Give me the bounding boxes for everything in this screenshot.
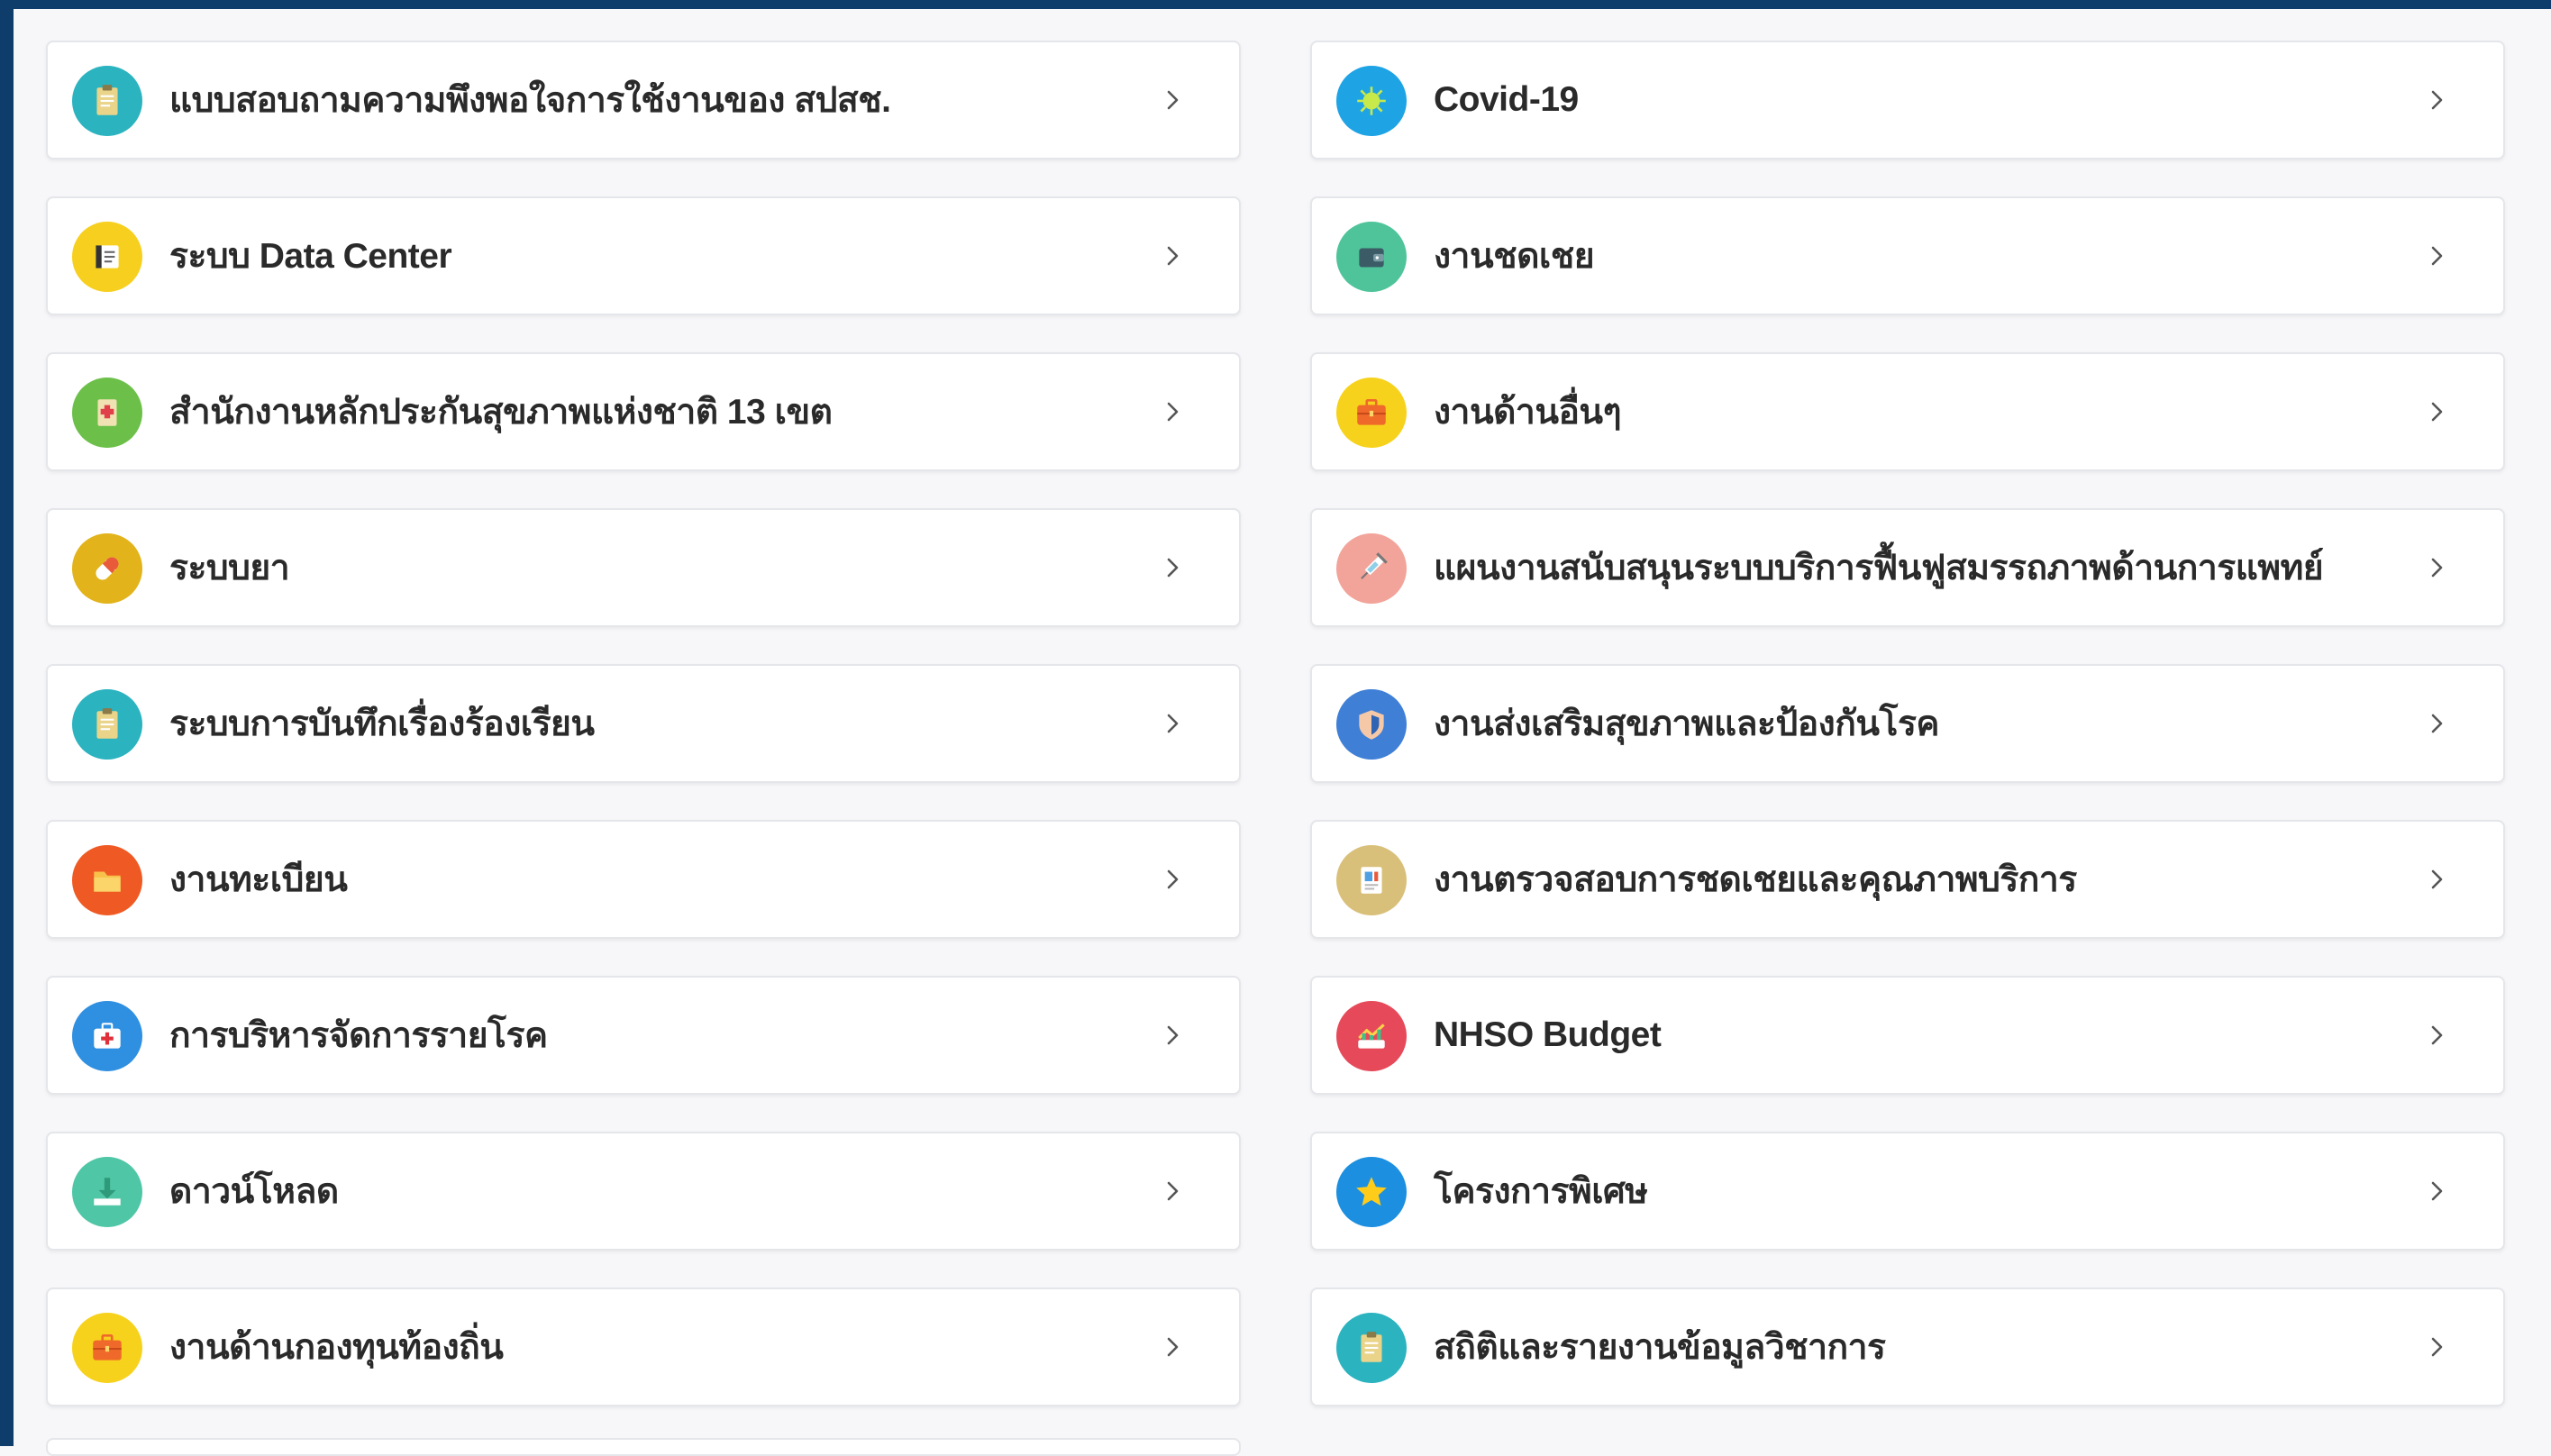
clipboard-icon (72, 689, 142, 760)
briefcase-icon (72, 1313, 142, 1383)
chevron-right-icon (2424, 1178, 2449, 1204)
menu-card-label: NHSO Budget (1434, 1015, 1662, 1054)
chevron-right-icon (2424, 1023, 2449, 1048)
chevron-right-icon (1160, 555, 1185, 580)
menu-card[interactable]: งานชดเชย (1310, 196, 2505, 315)
menu-card-label: งานด้านอื่นๆ (1434, 393, 1622, 432)
chevron-right-icon (1160, 1334, 1185, 1360)
menu-card-label: การบริหารจัดการรายโรค (169, 1016, 548, 1055)
menu-card-label: ระบบ Data Center (169, 237, 452, 276)
chevron-right-icon (1160, 867, 1185, 892)
menu-card-partial[interactable] (46, 1438, 1241, 1456)
menu-card-label: งานชดเชย (1434, 237, 1595, 276)
menu-column-right: Covid-19 งานชดเชยงานด้านอื่นๆแผนงานสนับสน… (1310, 41, 2505, 1443)
top-frame-band (0, 0, 2551, 9)
syringe-icon (1336, 533, 1407, 604)
menu-card[interactable]: งานตรวจสอบการชดเชยและคุณภาพบริการ (1310, 820, 2505, 939)
menu-card[interactable]: แผนงานสนับสนุนระบบบริการฟื้นฟูสมรรถภาพด้… (1310, 508, 2505, 627)
chevron-right-icon (1160, 1178, 1185, 1204)
menu-card-label: งานด้านกองทุนท้องถิ่น (169, 1328, 504, 1367)
chevron-right-icon (2424, 1334, 2449, 1360)
chevron-right-icon (1160, 399, 1185, 424)
chevron-right-icon (1160, 87, 1185, 113)
menu-card-label: แบบสอบถามความพึงพอใจการใช้งานของ สปสช. (169, 81, 891, 120)
menu-card[interactable]: Covid-19 (1310, 41, 2505, 159)
menu-card-label: งานทะเบียน (169, 860, 348, 899)
menu-card[interactable]: สถิติและรายงานข้อมูลวิชาการ (1310, 1288, 2505, 1406)
download-icon (72, 1157, 142, 1227)
menu-card[interactable]: ดาวน์โหลด (46, 1132, 1241, 1251)
left-frame-band (0, 0, 14, 1446)
menu-card[interactable]: งานส่งเสริมสุขภาพและป้องกันโรค (1310, 664, 2505, 783)
chevron-right-icon (2424, 711, 2449, 736)
chevron-right-icon (2424, 867, 2449, 892)
menu-card-label: Covid-19 (1434, 80, 1579, 119)
menu-card[interactable]: การบริหารจัดการรายโรค (46, 976, 1241, 1095)
chevron-right-icon (1160, 1023, 1185, 1048)
first-aid-kit-icon (72, 1001, 142, 1071)
pill-icon (72, 533, 142, 604)
menu-card-label: ดาวน์โหลด (169, 1172, 339, 1211)
budget-chart-icon (1336, 1001, 1407, 1071)
menu-card[interactable]: ระบบยา (46, 508, 1241, 627)
menu-card[interactable]: โครงการพิเศษ (1310, 1132, 2505, 1251)
menu-card[interactable]: NHSO Budget (1310, 976, 2505, 1095)
menu-card-label: สถิติและรายงานข้อมูลวิชาการ (1434, 1328, 1886, 1367)
briefcase-icon (1336, 378, 1407, 448)
menu-card-label: แผนงานสนับสนุนระบบบริการฟื้นฟูสมรรถภาพด้… (1434, 549, 2324, 587)
menu-card[interactable]: งานด้านกองทุนท้องถิ่น (46, 1288, 1241, 1406)
chevron-right-icon (1160, 243, 1185, 268)
chevron-right-icon (2424, 555, 2449, 580)
report-icon (1336, 845, 1407, 915)
menu-card-label: งานส่งเสริมสุขภาพและป้องกันโรค (1434, 705, 1939, 743)
menu-card[interactable]: งานด้านอื่นๆ (1310, 352, 2505, 471)
menu-column-left: แบบสอบถามความพึงพอใจการใช้งานของ สปสช. ระ… (46, 41, 1241, 1443)
shield-icon (1336, 689, 1407, 760)
chevron-right-icon (1160, 711, 1185, 736)
menu-card-label: ระบบการบันทึกเรื่องร้องเรียน (169, 705, 595, 743)
menu-card[interactable]: สำนักงานหลักประกันสุขภาพแห่งชาติ 13 เขต (46, 352, 1241, 471)
menu-card[interactable]: ระบบการบันทึกเรื่องร้องเรียน (46, 664, 1241, 783)
clipboard-icon (1336, 1313, 1407, 1383)
document-icon (72, 222, 142, 292)
menu-card[interactable]: งานทะเบียน (46, 820, 1241, 939)
chevron-right-icon (2424, 399, 2449, 424)
menu-card[interactable]: ระบบ Data Center (46, 196, 1241, 315)
menu-card-label: โครงการพิเศษ (1434, 1172, 1648, 1211)
menu-card[interactable]: แบบสอบถามความพึงพอใจการใช้งานของ สปสช. (46, 41, 1241, 159)
virus-icon (1336, 66, 1407, 136)
chevron-right-icon (2424, 243, 2449, 268)
medical-report-icon (72, 378, 142, 448)
menu-card-label: งานตรวจสอบการชดเชยและคุณภาพบริการ (1434, 860, 2077, 899)
menu-card-label: ระบบยา (169, 549, 290, 587)
star-icon (1336, 1157, 1407, 1227)
folder-icon (72, 845, 142, 915)
chevron-right-icon (2424, 87, 2449, 113)
wallet-icon (1336, 222, 1407, 292)
clipboard-icon (72, 66, 142, 136)
menu-card-label: สำนักงานหลักประกันสุขภาพแห่งชาติ 13 เขต (169, 393, 833, 432)
